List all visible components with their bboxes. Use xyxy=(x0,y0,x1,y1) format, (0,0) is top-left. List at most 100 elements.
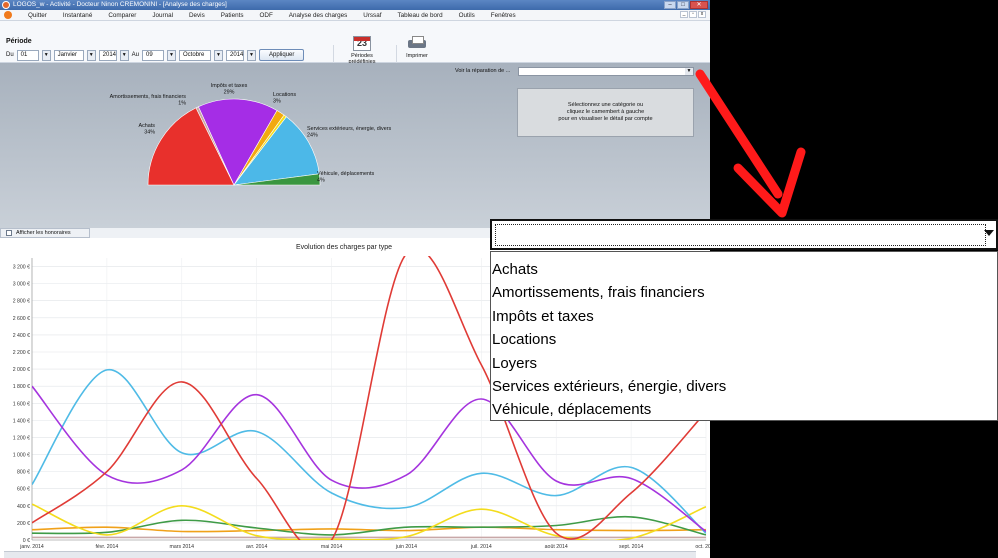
window-title: LOGOS_w - Activité - Docteur Ninon CREMO… xyxy=(13,1,227,8)
menu-tableau-de-bord[interactable]: Tableau de bord xyxy=(389,12,450,19)
from-month-dropdown-icon[interactable]: ▼ xyxy=(86,49,96,61)
chevron-down-icon[interactable]: ▼ xyxy=(685,68,693,75)
menu-fenetres[interactable]: Fenêtres xyxy=(483,12,524,19)
dropdown-option-achats[interactable]: Achats xyxy=(491,258,997,281)
y-tick-label: 1 000 € xyxy=(13,453,30,459)
x-tick-label: sept. 2014 xyxy=(619,544,643,550)
chevron-down-icon[interactable] xyxy=(984,230,994,236)
from-month-field[interactable]: Janvier xyxy=(53,49,84,61)
dropdown-option-locations[interactable]: Locations xyxy=(491,328,997,351)
series-line xyxy=(32,503,706,540)
pie-label: Amortissements, frais financiers xyxy=(110,94,187,100)
mdi-restore-button[interactable]: ▫ xyxy=(689,11,697,18)
menu-bar: Quitter Instantané Comparer Journal Devi… xyxy=(0,10,710,21)
menu-devis[interactable]: Devis xyxy=(181,12,213,19)
pie-label: Impôts et taxes xyxy=(211,83,248,89)
x-tick-label: janv. 2014 xyxy=(19,544,44,550)
y-tick-label: 2 400 € xyxy=(13,333,30,339)
menu-quitter[interactable]: Quitter xyxy=(20,12,55,19)
dropdown-option-impots[interactable]: Impôts et taxes xyxy=(491,305,997,328)
menu-journal[interactable]: Journal xyxy=(144,12,181,19)
pie-percent: 24% xyxy=(307,133,318,139)
to-day-dropdown-icon[interactable]: ▼ xyxy=(167,49,177,61)
afficher-honoraires-checkbox[interactable]: Afficher les honoraires xyxy=(0,228,90,238)
apply-button[interactable]: Appliquer xyxy=(259,49,305,61)
dropdown-option-services[interactable]: Services extérieurs, énergie, divers xyxy=(491,375,997,398)
from-year-field[interactable]: 2014 xyxy=(98,49,117,61)
maximize-button[interactable]: □ xyxy=(677,1,689,9)
pie-label: Achats xyxy=(139,123,156,129)
pie-percent: 34% xyxy=(144,130,155,136)
mdi-minimize-button[interactable]: _ xyxy=(680,11,688,18)
window-controls: – □ ✕ xyxy=(664,1,708,9)
series-line xyxy=(32,515,706,536)
menu-odf[interactable]: ODF xyxy=(252,12,281,19)
x-tick-label: avr. 2014 xyxy=(246,544,267,550)
y-tick-label: 400 € xyxy=(17,504,30,510)
dropdown-option-amortissements[interactable]: Amortissements, frais financiers xyxy=(491,281,997,304)
au-label: Au xyxy=(131,52,140,58)
print-button[interactable]: Imprimer xyxy=(402,36,432,59)
x-tick-label: mars 2014 xyxy=(170,544,195,550)
app-menu-icon[interactable] xyxy=(4,11,12,19)
menu-patients[interactable]: Patients xyxy=(213,12,252,19)
detail-line-3: pour en visualiser le détail par compte xyxy=(558,116,653,122)
x-tick-label: oct. 2014 xyxy=(695,544,710,550)
y-tick-label: 2 800 € xyxy=(13,299,30,305)
repartition-dropdown[interactable]: ▼ xyxy=(518,67,694,76)
y-tick-label: 600 € xyxy=(17,487,30,493)
to-day-field[interactable]: 09 xyxy=(142,49,165,61)
to-year-field[interactable]: 2014 xyxy=(226,49,245,61)
to-year-dropdown-icon[interactable]: ▼ xyxy=(247,49,257,61)
zoomed-repartition-combo[interactable] xyxy=(490,219,998,250)
y-tick-label: 2 600 € xyxy=(13,316,30,322)
y-tick-label: 1 600 € xyxy=(13,401,30,407)
pie-percent: 29% xyxy=(224,90,235,96)
close-button[interactable]: ✕ xyxy=(690,1,708,9)
calendar-icon: 23 xyxy=(353,36,371,51)
mdi-controls: _ ▫ x xyxy=(680,11,706,18)
horizontal-scrollbar[interactable] xyxy=(4,551,696,558)
y-tick-label: 2 200 € xyxy=(13,350,30,356)
detail-line-1: Sélectionnez une catégorie ou xyxy=(567,102,644,108)
mdi-close-button[interactable]: x xyxy=(698,11,706,18)
pie-percent: 1% xyxy=(178,101,186,107)
toolbar: Période Du 01 ▼ Janvier ▼ 2014 ▼ Au 09 ▼… xyxy=(0,21,710,79)
y-tick-label: 800 € xyxy=(17,470,30,476)
du-label: Du xyxy=(6,52,14,58)
y-tick-label: 200 € xyxy=(17,521,30,527)
pie-percent: 3% xyxy=(273,99,281,105)
arrow-shaft xyxy=(695,69,783,199)
y-tick-label: 2 000 € xyxy=(13,367,30,373)
from-day-field[interactable]: 01 xyxy=(16,49,39,61)
to-month-dropdown-icon[interactable]: ▼ xyxy=(214,49,224,61)
zoomed-combo-field[interactable] xyxy=(495,224,986,246)
menu-analyse-charges[interactable]: Analyse des charges xyxy=(281,12,355,19)
menu-urssaf[interactable]: Urssaf xyxy=(355,12,389,19)
menu-comparer[interactable]: Comparer xyxy=(100,12,144,19)
x-tick-label: juil. 2014 xyxy=(470,544,492,550)
pie-chart[interactable]: Achats34% Amortissements, frais financier… xyxy=(0,63,510,228)
from-day-dropdown-icon[interactable]: ▼ xyxy=(41,49,51,61)
detail-line-2: cliquez le camembert à gauche xyxy=(566,109,645,115)
dropdown-option-vehicule[interactable]: Véhicule, déplacements xyxy=(491,398,997,421)
menu-outils[interactable]: Outils xyxy=(451,12,483,19)
dropdown-option-loyers[interactable]: Loyers xyxy=(491,352,997,375)
afficher-label: Afficher les honoraires xyxy=(16,230,71,236)
to-month-field[interactable]: Octobre xyxy=(179,49,212,61)
y-tick-label: 1 400 € xyxy=(13,418,30,424)
printer-icon xyxy=(408,36,426,50)
minimize-button[interactable]: – xyxy=(664,1,676,9)
title-bar: LOGOS_w - Activité - Docteur Ninon CREMO… xyxy=(0,0,710,10)
periode-title: Période xyxy=(6,38,32,45)
y-tick-label: 3 200 € xyxy=(13,265,30,271)
checkbox-icon[interactable] xyxy=(6,230,12,236)
y-tick-label: 1 200 € xyxy=(13,435,30,441)
app-logo-icon xyxy=(2,1,10,9)
menu-instantane[interactable]: Instantané xyxy=(55,12,100,19)
pie-label: Services extérieurs, énergie, divers xyxy=(307,126,391,132)
periodes-predefinies-button[interactable]: 23 Périodes prédéfinies xyxy=(337,36,387,65)
x-tick-label: juin 2014 xyxy=(395,544,417,550)
pie-percent: 4% xyxy=(317,178,325,184)
from-year-dropdown-icon[interactable]: ▼ xyxy=(119,49,129,61)
